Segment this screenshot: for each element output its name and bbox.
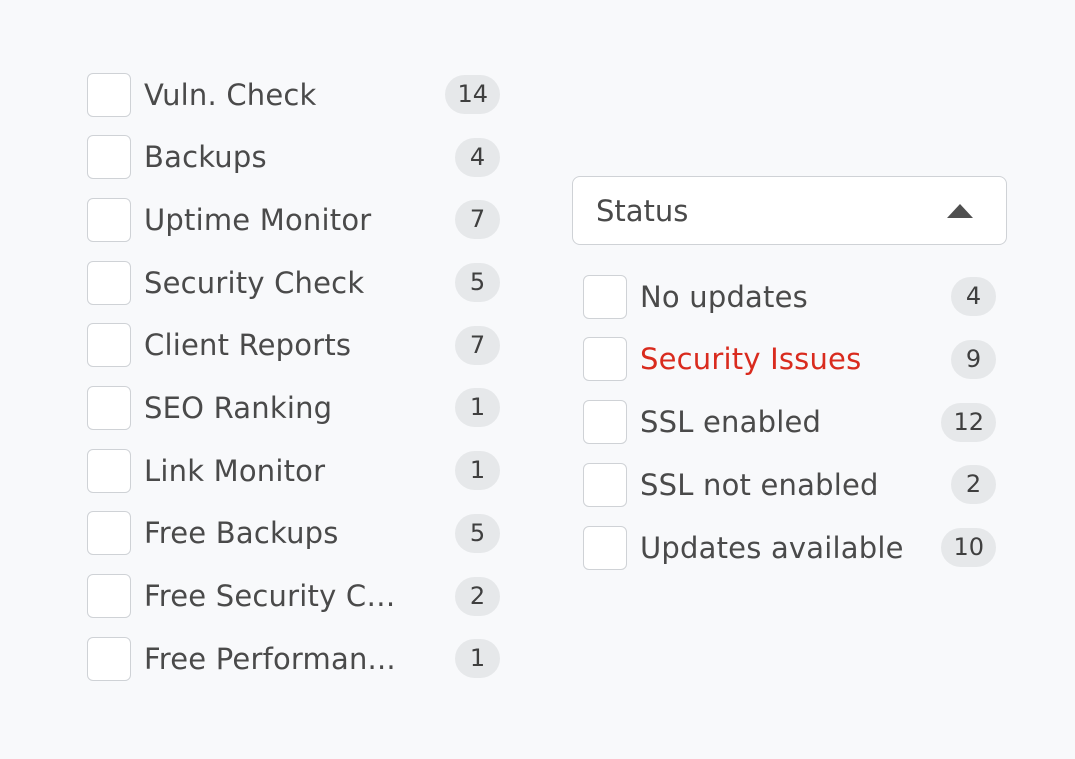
filter-label: Free Performan... <box>144 641 396 676</box>
count-badge: 4 <box>951 277 996 316</box>
filter-label: SEO Ranking <box>144 390 333 425</box>
checkbox[interactable] <box>87 574 131 618</box>
filter-row-client-reports[interactable]: Client Reports 7 <box>87 323 500 368</box>
count-badge: 10 <box>941 528 996 568</box>
count-badge: 5 <box>455 513 500 553</box>
filter-row-uptime-monitor[interactable]: Uptime Monitor 7 <box>87 197 500 242</box>
count-badge: 2 <box>455 576 500 616</box>
filter-label: Uptime Monitor <box>144 202 372 237</box>
count-badge: 1 <box>455 388 500 428</box>
checkbox[interactable] <box>87 260 131 305</box>
status-row-no-updates[interactable]: No updates 4 <box>583 274 996 319</box>
checkbox[interactable] <box>583 274 627 319</box>
checkbox[interactable] <box>583 337 627 382</box>
filter-label: Updates available <box>640 530 904 565</box>
filter-panel: Vuln. Check 14 Backups 4 Uptime Monitor … <box>0 0 1075 759</box>
status-row-updates-available[interactable]: Updates available 10 <box>583 525 996 570</box>
count-badge: 7 <box>455 325 500 365</box>
count-badge: 1 <box>455 639 500 679</box>
count-badge: 7 <box>455 200 500 240</box>
filter-label: Security Check <box>144 265 365 300</box>
status-row-ssl-enabled[interactable]: SSL enabled 12 <box>583 400 996 445</box>
checkbox[interactable] <box>87 323 131 368</box>
status-filter-list: No updates 4 Security Issues 9 SSL enabl… <box>583 274 996 588</box>
checkbox[interactable] <box>87 448 131 493</box>
filter-row-free-security-check[interactable]: Free Security Ch... 2 <box>87 574 500 619</box>
checkbox[interactable] <box>87 197 131 242</box>
filter-label: Link Monitor <box>144 453 326 488</box>
count-badge: 9 <box>951 339 996 379</box>
filter-row-security-check[interactable]: Security Check 5 <box>87 260 500 305</box>
filter-row-free-backups[interactable]: Free Backups 5 <box>87 511 500 556</box>
filter-label: No updates <box>640 279 808 314</box>
caret-up-icon <box>947 203 973 218</box>
filter-row-free-performance[interactable]: Free Performan... 1 <box>87 636 500 681</box>
service-filter-list: Vuln. Check 14 Backups 4 Uptime Monitor … <box>87 72 500 699</box>
filter-label: SSL not enabled <box>640 467 879 502</box>
filter-label: Client Reports <box>144 328 352 363</box>
filter-row-backups[interactable]: Backups 4 <box>87 135 500 180</box>
status-row-security-issues[interactable]: Security Issues 9 <box>583 337 996 382</box>
checkbox[interactable] <box>87 385 131 430</box>
checkbox[interactable] <box>583 462 627 507</box>
count-badge: 4 <box>455 137 500 177</box>
checkbox[interactable] <box>87 511 131 556</box>
count-badge: 12 <box>941 402 996 442</box>
count-badge: 14 <box>445 75 500 114</box>
filter-label: Security Issues <box>640 342 862 377</box>
checkbox[interactable] <box>87 135 131 180</box>
filter-label: Backups <box>144 140 267 175</box>
checkbox[interactable] <box>87 72 131 117</box>
filter-row-vuln-check[interactable]: Vuln. Check 14 <box>87 72 500 117</box>
checkbox[interactable] <box>583 525 627 570</box>
status-row-ssl-not-enabled[interactable]: SSL not enabled 2 <box>583 462 996 507</box>
filter-row-link-monitor[interactable]: Link Monitor 1 <box>87 448 500 493</box>
checkbox[interactable] <box>583 400 627 445</box>
filter-label: Vuln. Check <box>144 77 317 112</box>
count-badge: 2 <box>951 465 996 505</box>
status-dropdown[interactable]: Status <box>572 176 1007 245</box>
filter-label: SSL enabled <box>640 405 822 440</box>
filter-label: Free Security Ch... <box>144 579 406 613</box>
checkbox[interactable] <box>87 636 131 681</box>
status-dropdown-label: Status <box>596 193 689 228</box>
count-badge: 1 <box>455 451 500 491</box>
count-badge: 5 <box>455 263 500 303</box>
filter-label: Free Backups <box>144 516 339 551</box>
filter-row-seo-ranking[interactable]: SEO Ranking 1 <box>87 385 500 430</box>
